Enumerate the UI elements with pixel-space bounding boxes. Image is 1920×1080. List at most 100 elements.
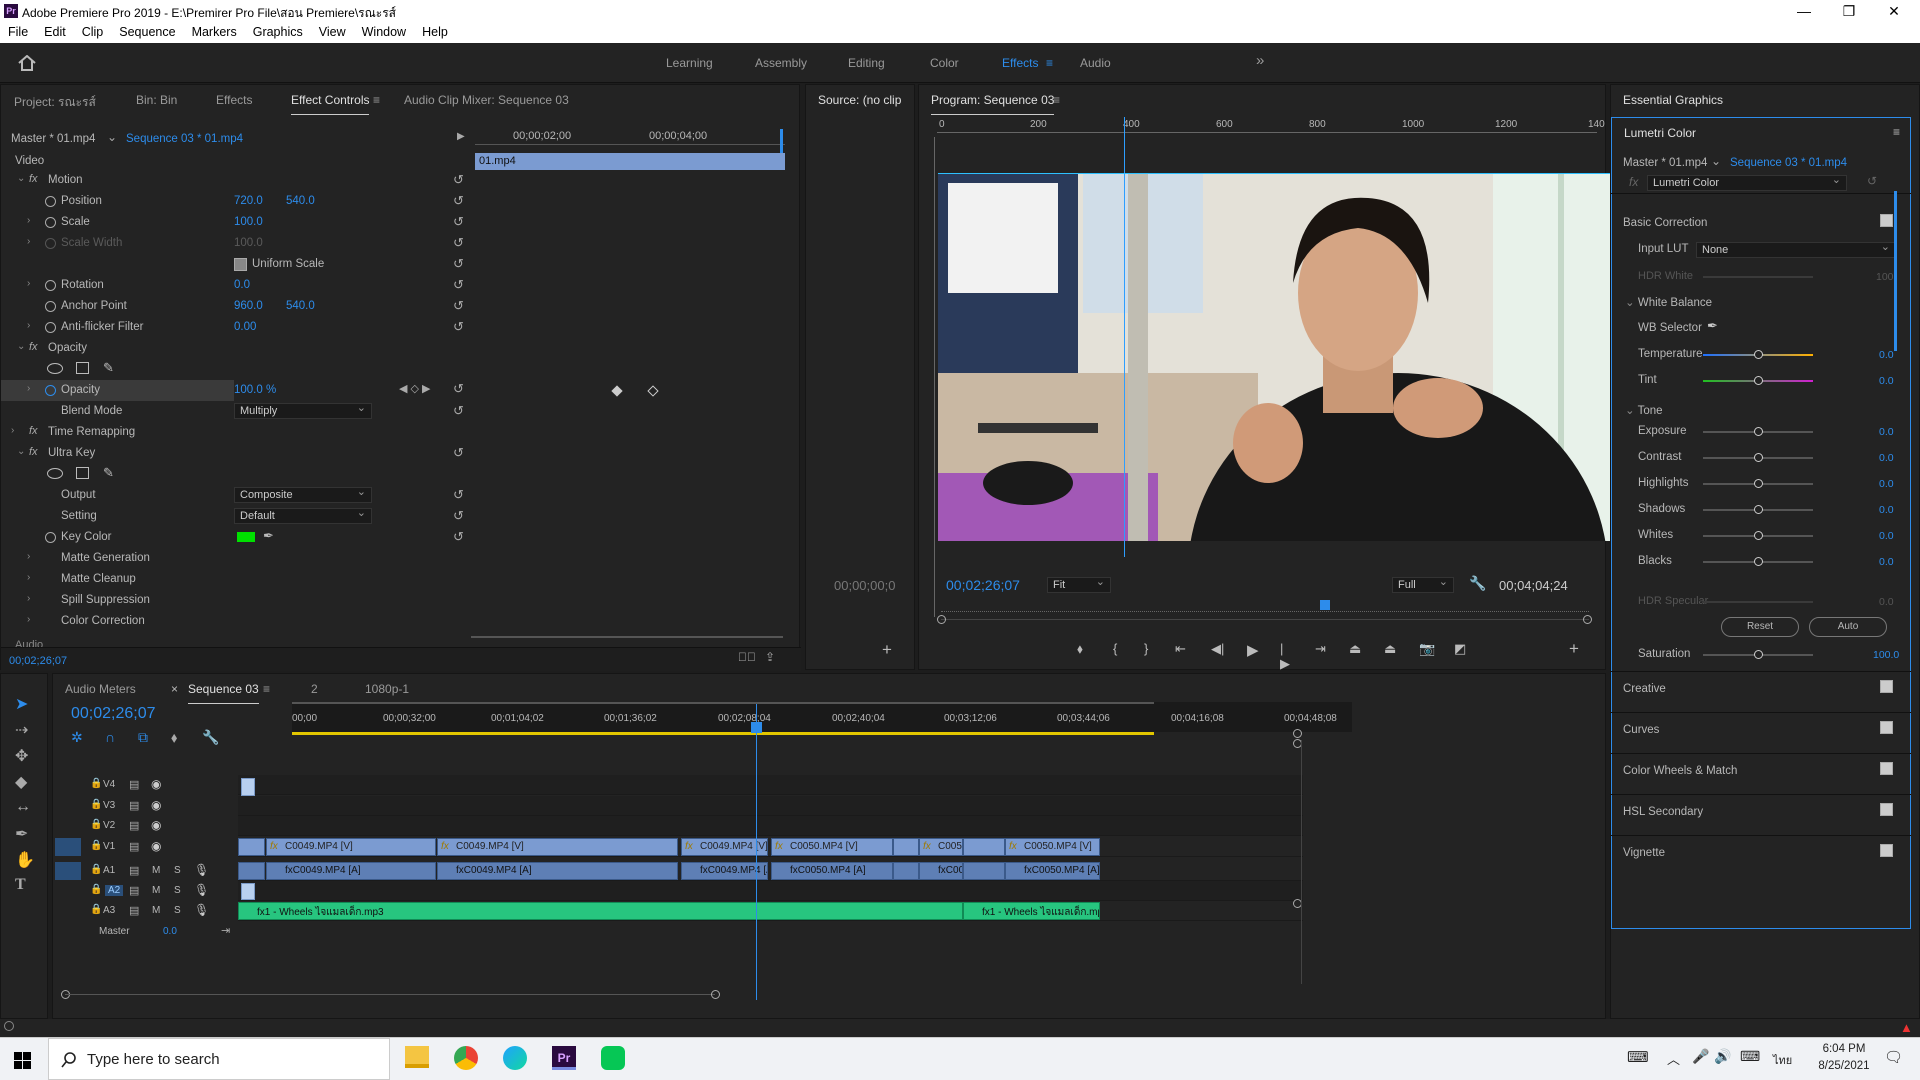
sync-lock-icon[interactable]: ▤ bbox=[129, 819, 139, 832]
audio-clip[interactable]: fxC0049.MP4 [A] bbox=[681, 862, 768, 880]
menu-window[interactable]: Window bbox=[354, 22, 414, 39]
microphone-icon[interactable]: 🎙 bbox=[194, 863, 209, 877]
lock-icon[interactable]: 🔒 bbox=[90, 778, 102, 789]
microphone-icon[interactable]: 🎙 bbox=[194, 883, 209, 897]
opacity-value[interactable]: 100.0 % bbox=[234, 384, 276, 396]
rectangle-mask-icon[interactable] bbox=[76, 467, 89, 479]
essential-graphics-tab[interactable]: Essential Graphics bbox=[1623, 93, 1723, 107]
opacity-row[interactable]: › Opacity bbox=[1, 380, 234, 401]
tab-audio-clip-mixer[interactable]: Audio Clip Mixer: Sequence 03 bbox=[404, 93, 569, 107]
audio-clip[interactable] bbox=[963, 862, 1005, 880]
tone-knob[interactable] bbox=[1754, 427, 1763, 436]
lumetri-master-label[interactable]: Master * 01.mp4 bbox=[1623, 157, 1707, 169]
blend-mode-row[interactable]: Blend Mode Multiply ↺ bbox=[1, 401, 471, 422]
output-row[interactable]: Output Composite ↺ bbox=[1, 485, 471, 506]
chevron-up-icon[interactable]: ︿ bbox=[1667, 1049, 1680, 1068]
fx-icon[interactable]: fx bbox=[29, 173, 38, 185]
lock-icon[interactable]: 🔒 bbox=[90, 799, 102, 810]
position-x-value[interactable]: 720.0 bbox=[234, 195, 263, 207]
eye-icon[interactable]: ◉ bbox=[151, 818, 161, 832]
video-frame[interactable] bbox=[938, 173, 1611, 541]
reset-icon[interactable]: ↺ bbox=[453, 403, 464, 419]
stopwatch-icon[interactable] bbox=[45, 532, 56, 543]
tone-value[interactable]: 0.0 bbox=[1879, 504, 1894, 516]
audio-clip[interactable]: fxC0049.MP4 [A] bbox=[266, 862, 436, 880]
blend-mode-dropdown[interactable]: Multiply bbox=[234, 401, 372, 419]
program-tab[interactable]: Program: Sequence 03 bbox=[931, 93, 1055, 115]
time-remapping-row[interactable]: › fx Time Remapping bbox=[1, 422, 471, 443]
basic-correction-header[interactable]: Basic Correction bbox=[1623, 217, 1707, 229]
reset-icon[interactable]: ↺ bbox=[1867, 174, 1877, 188]
zoom-scrollbar[interactable] bbox=[471, 636, 783, 638]
menu-markers[interactable]: Markers bbox=[184, 22, 245, 39]
mute-button[interactable]: M bbox=[152, 905, 160, 916]
go-to-in-icon[interactable]: ⇤ bbox=[1175, 641, 1186, 657]
video-clip[interactable]: fx C0049.MP4 [V] bbox=[266, 838, 436, 856]
add-button-icon[interactable]: + bbox=[882, 640, 892, 660]
solo-button[interactable]: S bbox=[174, 885, 181, 896]
sequence-clip-label[interactable]: Sequence 03 * 01.mp4 bbox=[126, 133, 243, 145]
guide-line[interactable] bbox=[1124, 117, 1125, 557]
guide-line[interactable] bbox=[938, 173, 1611, 174]
wrench-icon[interactable]: 🔧 bbox=[202, 729, 219, 746]
sync-lock-icon[interactable]: ▤ bbox=[129, 904, 139, 917]
position-y-value[interactable]: 540.0 bbox=[286, 195, 315, 207]
menu-clip[interactable]: Clip bbox=[74, 22, 112, 39]
work-area-bar[interactable] bbox=[292, 702, 1154, 704]
tab-1080p-1[interactable]: 1080p-1 bbox=[365, 682, 409, 696]
source-timecode[interactable]: 00;00;00;0 bbox=[834, 578, 895, 593]
close-tab-icon[interactable]: × bbox=[171, 682, 178, 696]
zoom-handle-right[interactable] bbox=[1583, 615, 1592, 624]
opacity-group-row[interactable]: ⌄ fx Opacity bbox=[1, 338, 471, 359]
track-name[interactable]: A3 bbox=[103, 905, 115, 916]
video-clip[interactable] bbox=[963, 838, 1005, 856]
microphone-icon[interactable]: 🎙 bbox=[194, 903, 209, 917]
anchor-x-value[interactable]: 960.0 bbox=[234, 300, 263, 312]
workspace-effects[interactable]: Effects bbox=[1002, 56, 1038, 70]
basic-correction-checkbox[interactable] bbox=[1880, 214, 1893, 227]
tone-knob[interactable] bbox=[1754, 453, 1763, 462]
chrome-icon[interactable] bbox=[454, 1046, 478, 1070]
lumetri-section-header[interactable]: Creative bbox=[1623, 683, 1666, 695]
quality-dropdown[interactable]: Full bbox=[1392, 575, 1454, 593]
audio-clip[interactable]: fxC0049.MP4 [A] bbox=[437, 862, 678, 880]
snap-icon[interactable]: ∩ bbox=[105, 729, 115, 745]
rotation-row[interactable]: › Rotation 0.0 ↺ bbox=[1, 275, 471, 296]
reset-icon[interactable]: ↺ bbox=[453, 172, 464, 188]
track-name[interactable]: A1 bbox=[103, 865, 115, 876]
solo-button[interactable]: S bbox=[174, 905, 181, 916]
effect-controls-ruler[interactable]: 00;00;02;00 00;00;04;00 bbox=[475, 129, 785, 145]
chevron-icon[interactable]: ⌄ bbox=[17, 341, 25, 352]
white-balance-header[interactable]: ⌄ White Balance bbox=[1625, 295, 1712, 309]
stopwatch-icon[interactable] bbox=[45, 217, 56, 228]
ultra-key-row[interactable]: ⌄ fx Ultra Key ↺ bbox=[1, 443, 471, 464]
go-to-out-icon[interactable]: ⇥ bbox=[1315, 641, 1326, 657]
tab-bin[interactable]: Bin: Bin bbox=[136, 93, 177, 107]
uniform-scale-checkbox[interactable] bbox=[234, 258, 247, 271]
solo-button[interactable]: S bbox=[174, 865, 181, 876]
lock-icon[interactable]: 🔒 bbox=[90, 840, 102, 851]
workspace-audio[interactable]: Audio bbox=[1080, 56, 1111, 70]
keyframe-area[interactable] bbox=[475, 145, 785, 585]
saturation-value[interactable]: 100.0 bbox=[1873, 649, 1899, 661]
tone-knob[interactable] bbox=[1754, 479, 1763, 488]
wrench-icon[interactable]: 🔧 bbox=[1469, 575, 1486, 592]
reset-button[interactable]: Reset bbox=[1721, 617, 1799, 637]
file-explorer-icon[interactable] bbox=[405, 1046, 429, 1068]
panel-menu-icon[interactable]: ≡ bbox=[1053, 93, 1060, 107]
workspace-editing[interactable]: Editing bbox=[848, 56, 885, 70]
track-select-tool-icon[interactable]: ⇢ bbox=[15, 720, 28, 740]
music-clip[interactable]: fx1 - Wheels ไจแมลเด็ก.mp3 bbox=[238, 902, 963, 920]
tone-value[interactable]: 0.0 bbox=[1879, 452, 1894, 464]
lumetri-section-header[interactable]: Color Wheels & Match bbox=[1623, 765, 1737, 777]
fx-icon[interactable]: fx bbox=[29, 341, 38, 353]
lumetri-section-checkbox[interactable] bbox=[1880, 803, 1893, 816]
pen-tool-icon[interactable]: ✒ bbox=[15, 824, 28, 844]
tone-value[interactable]: 0.0 bbox=[1879, 530, 1894, 542]
pen-mask-icon[interactable]: ✎ bbox=[103, 360, 114, 376]
video-clip[interactable]: fx C0050. bbox=[919, 838, 963, 856]
scale-value[interactable]: 100.0 bbox=[234, 216, 263, 228]
audio-clip[interactable] bbox=[893, 862, 919, 880]
tone-header[interactable]: ⌄ Tone bbox=[1625, 403, 1663, 417]
key-color-row[interactable]: Key Color ✒ ↺ bbox=[1, 527, 471, 548]
